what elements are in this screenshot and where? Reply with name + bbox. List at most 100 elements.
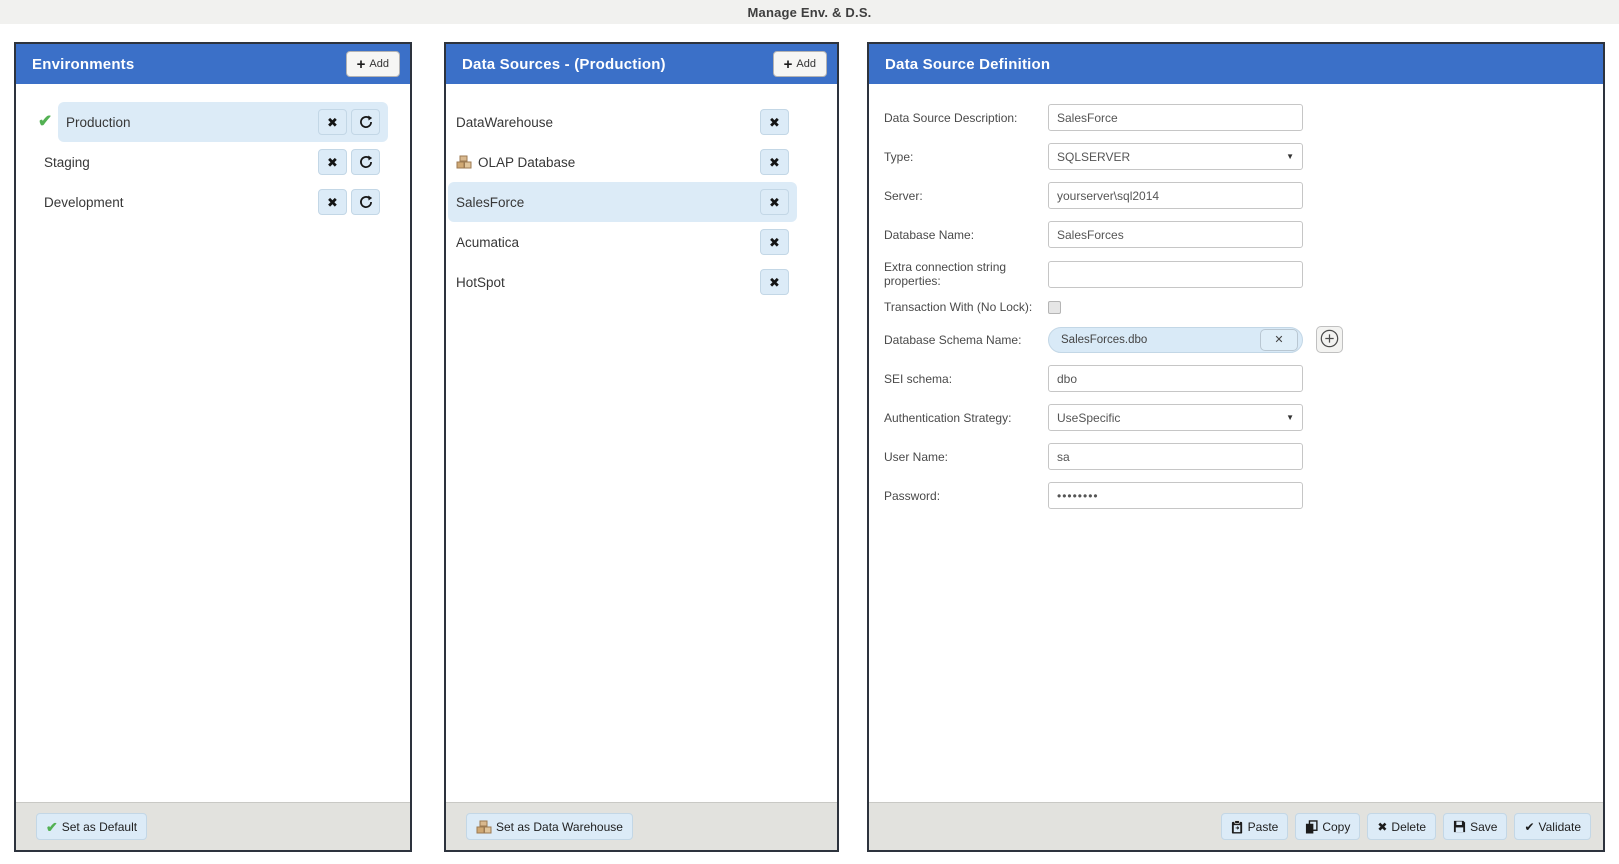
refresh-icon (359, 115, 373, 129)
paste-button[interactable]: Paste (1221, 813, 1289, 840)
schema-name-label: Database Schema Name: (884, 333, 1048, 347)
delete-datasource-button[interactable]: ✖ (760, 109, 789, 135)
ds-item-pill: Acumatica ✖ (448, 222, 797, 262)
no-lock-label: Transaction With (No Lock): (884, 300, 1048, 314)
ds-item-pill: DataWarehouse ✖ (448, 102, 797, 142)
delete-icon: ✖ (1377, 821, 1387, 833)
env-item-staging[interactable]: Staging ✖ (16, 142, 388, 182)
definition-form: Data Source Description: Type: SQLSERVER… (869, 84, 1603, 802)
env-item-label: Production (66, 115, 314, 130)
environments-footer: ✔ Set as Default (16, 802, 410, 850)
definition-title: Data Source Definition (885, 56, 1050, 73)
refresh-icon (359, 155, 373, 169)
env-item-development[interactable]: Development ✖ (16, 182, 388, 222)
set-as-default-label: Set as Default (62, 820, 137, 834)
save-button[interactable]: Save (1443, 813, 1507, 840)
env-item-production[interactable]: ✔ Production ✖ (16, 102, 388, 142)
delete-environment-button[interactable]: ✖ (318, 109, 347, 135)
form-row-user: User Name: (884, 443, 1603, 470)
type-label: Type: (884, 150, 1048, 164)
datasources-title: Data Sources - (Production) (462, 56, 666, 73)
copy-label: Copy (1322, 820, 1350, 834)
delete-datasource-button[interactable]: ✖ (760, 149, 789, 175)
ds-item-pill: SalesForce ✖ (448, 182, 797, 222)
ds-item-hotspot[interactable]: HotSpot ✖ (448, 262, 797, 302)
refresh-environment-button[interactable] (351, 189, 380, 215)
ds-item-label: OLAP Database (478, 155, 756, 170)
delete-icon: ✖ (327, 196, 338, 209)
warehouse-icon (456, 155, 472, 169)
validate-label: Validate (1539, 820, 1581, 834)
remove-schema-button[interactable]: ✕ (1260, 329, 1298, 351)
environments-title: Environments (32, 56, 134, 73)
ds-item-datawarehouse[interactable]: DataWarehouse ✖ (448, 102, 797, 142)
delete-datasource-button[interactable]: ✖ (760, 189, 789, 215)
form-row-schema: Database Schema Name: SalesForces.dbo ✕ (884, 326, 1603, 353)
auth-strategy-value: UseSpecific (1057, 411, 1120, 425)
server-label: Server: (884, 189, 1048, 203)
form-row-sei-schema: SEI schema: (884, 365, 1603, 392)
extra-props-field[interactable] (1048, 261, 1303, 288)
auth-strategy-label: Authentication Strategy: (884, 411, 1048, 425)
caret-down-icon: ▼ (1286, 413, 1294, 422)
user-name-field[interactable] (1048, 443, 1303, 470)
delete-icon: ✖ (769, 116, 780, 129)
definition-header: Data Source Definition (869, 44, 1603, 84)
ds-item-acumatica[interactable]: Acumatica ✖ (448, 222, 797, 262)
delete-label: Delete (1391, 820, 1426, 834)
default-check-icon: ✔ (38, 113, 52, 132)
environments-panel: Environments + Add ✔ Production ✖ Stagi (14, 42, 412, 852)
add-datasource-label: Add (796, 58, 816, 70)
form-row-server: Server: (884, 182, 1603, 209)
datasources-header: Data Sources - (Production) + Add (446, 44, 837, 84)
delete-button[interactable]: ✖ Delete (1367, 813, 1436, 840)
ds-item-label: DataWarehouse (456, 115, 756, 130)
server-field[interactable] (1048, 182, 1303, 209)
ds-item-pill: HotSpot ✖ (448, 262, 797, 302)
add-environment-label: Add (369, 58, 389, 70)
refresh-environment-button[interactable] (351, 149, 380, 175)
delete-datasource-button[interactable]: ✖ (760, 269, 789, 295)
ds-item-label: Acumatica (456, 235, 756, 250)
validate-button[interactable]: ✔ Validate (1514, 813, 1591, 840)
save-icon (1453, 820, 1466, 833)
env-item-label: Development (44, 195, 314, 210)
paste-icon (1231, 820, 1244, 834)
environments-list: ✔ Production ✖ Staging ✖ (16, 84, 410, 802)
env-item-production-pill: Production ✖ (58, 102, 388, 142)
schema-tag[interactable]: SalesForces.dbo ✕ (1048, 327, 1303, 353)
database-name-field[interactable] (1048, 221, 1303, 248)
refresh-icon (359, 195, 373, 209)
delete-environment-button[interactable]: ✖ (318, 149, 347, 175)
set-as-data-warehouse-button[interactable]: Set as Data Warehouse (466, 813, 633, 840)
auth-strategy-select[interactable]: UseSpecific ▼ (1048, 404, 1303, 431)
password-field[interactable] (1048, 482, 1303, 509)
sei-schema-label: SEI schema: (884, 372, 1048, 386)
plus-icon: + (357, 57, 366, 72)
delete-icon: ✖ (769, 276, 780, 289)
copy-button[interactable]: Copy (1295, 813, 1360, 840)
ds-item-olap-database[interactable]: OLAP Database ✖ (448, 142, 797, 182)
delete-icon: ✖ (769, 236, 780, 249)
type-select[interactable]: SQLSERVER ▼ (1048, 143, 1303, 170)
no-lock-checkbox[interactable] (1048, 301, 1061, 314)
delete-icon: ✖ (769, 156, 780, 169)
sei-schema-field[interactable] (1048, 365, 1303, 392)
set-as-default-button[interactable]: ✔ Set as Default (36, 813, 147, 840)
ds-item-pill: OLAP Database ✖ (448, 142, 797, 182)
delete-environment-button[interactable]: ✖ (318, 189, 347, 215)
add-environment-button[interactable]: + Add (346, 51, 400, 77)
ds-item-salesforce[interactable]: SalesForce ✖ (448, 182, 797, 222)
delete-datasource-button[interactable]: ✖ (760, 229, 789, 255)
env-item-development-pill: Development ✖ (36, 182, 388, 222)
user-name-label: User Name: (884, 450, 1048, 464)
paste-label: Paste (1248, 820, 1279, 834)
description-field[interactable] (1048, 104, 1303, 131)
plus-icon: + (784, 57, 793, 72)
refresh-environment-button[interactable] (351, 109, 380, 135)
environments-header: Environments + Add (16, 44, 410, 84)
add-schema-button[interactable] (1316, 326, 1343, 353)
form-row-database: Database Name: (884, 221, 1603, 248)
add-datasource-button[interactable]: + Add (773, 51, 827, 77)
form-row-type: Type: SQLSERVER ▼ (884, 143, 1603, 170)
